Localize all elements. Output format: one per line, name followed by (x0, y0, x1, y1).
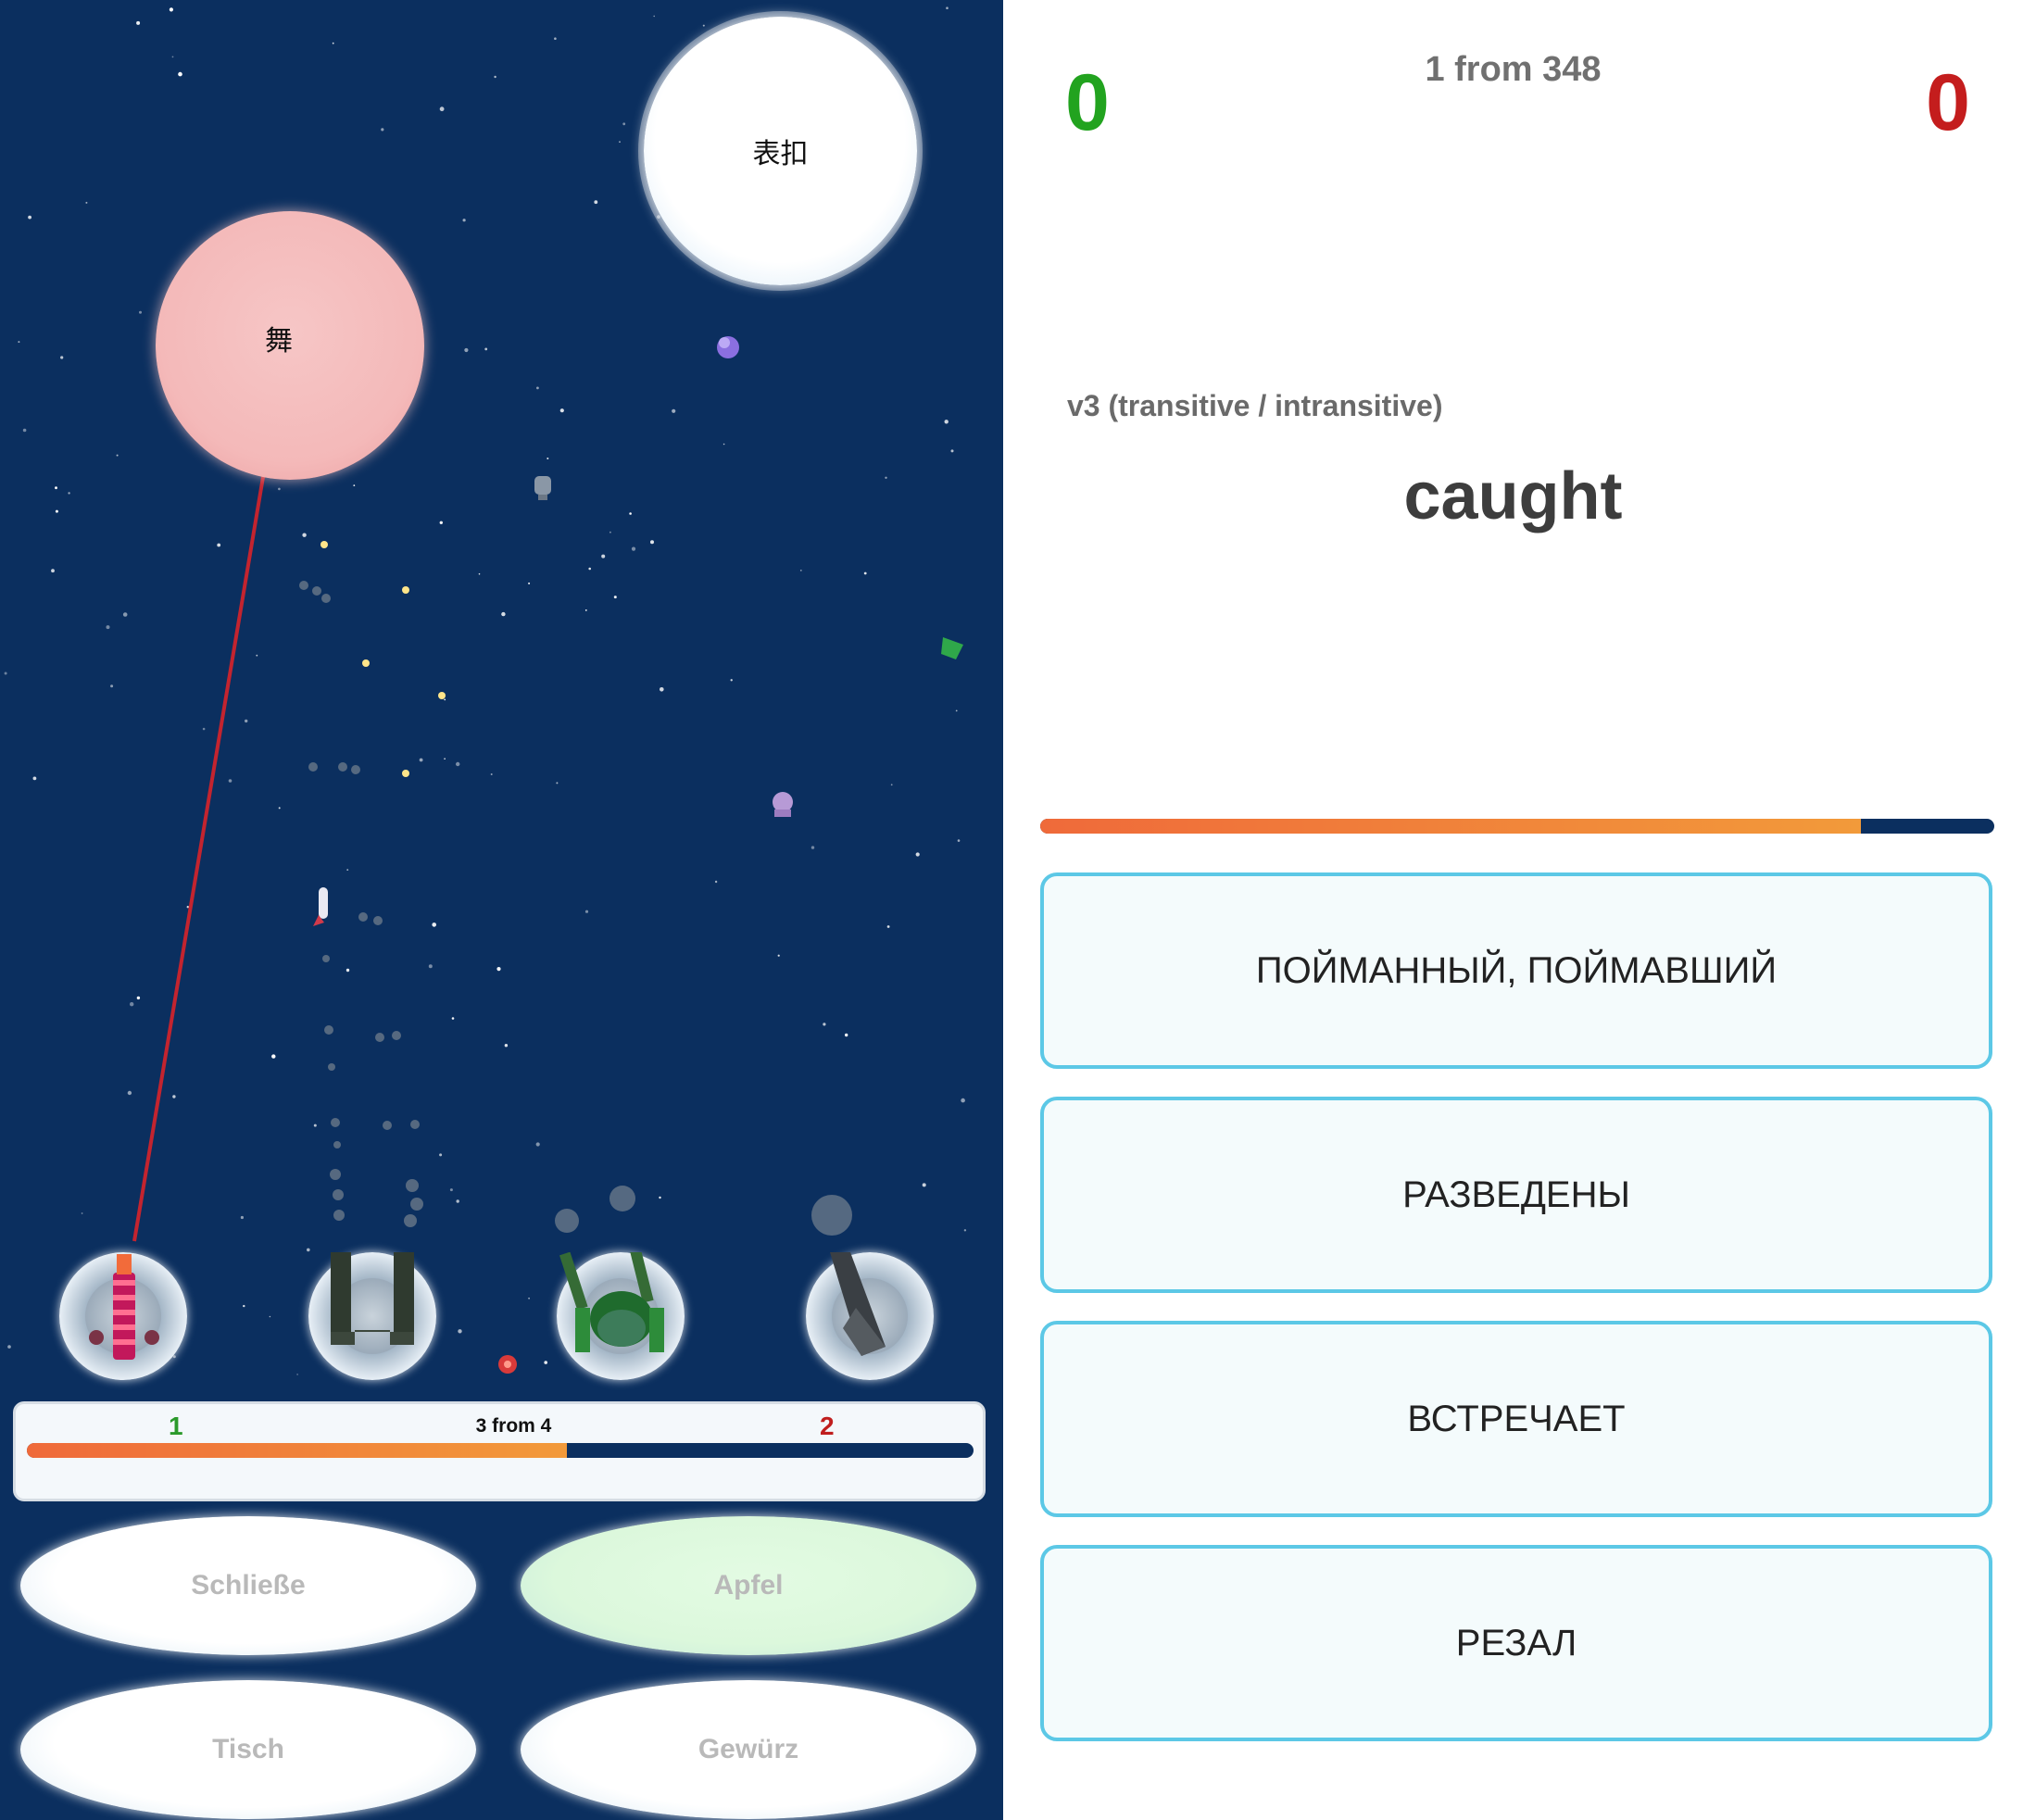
answer-option-label: РАЗВЕДЕНЫ (1402, 1174, 1630, 1215)
enemy-round-score: 2 (820, 1412, 835, 1440)
laser-turret[interactable] (59, 1252, 187, 1380)
twin-cannon-turret-icon (331, 1252, 414, 1345)
round-counter: 3 from 4 (475, 1415, 552, 1437)
enemy-flame-icon (717, 336, 739, 358)
laser-turret-icon (89, 1254, 159, 1360)
hit-cloud: 舞 (156, 211, 424, 480)
target-word: 表扣 (752, 138, 809, 170)
timer-track (1040, 819, 1994, 834)
answer-cloud-1[interactable]: Schließe (20, 1516, 476, 1655)
round-progress-fill (27, 1443, 567, 1458)
bullets (320, 541, 446, 777)
wrong-score: 0 (1926, 58, 1970, 147)
answer-cloud-label: Tisch (212, 1734, 284, 1764)
round-score-bar: 1 3 from 4 2 (13, 1401, 986, 1501)
question-word: caught (1403, 459, 1623, 533)
player-round-score: 1 (169, 1412, 183, 1440)
twin-cannon-turret[interactable] (308, 1252, 436, 1380)
answer-cloud-label: Gewürz (697, 1734, 799, 1764)
mortar-turret-icon (830, 1252, 886, 1356)
answer-cloud-label: Apfel (713, 1570, 784, 1600)
target-cloud: 表扣 (644, 17, 917, 285)
question-counter: 1 from 348 (1425, 50, 1602, 89)
answer-cloud-3[interactable]: Tisch (20, 1680, 476, 1819)
answer-cloud-2[interactable]: Apfel (521, 1516, 976, 1655)
laser-beam (132, 388, 280, 1242)
answer-option-label: ВСТРЕЧАЕТ (1407, 1398, 1626, 1439)
enemy-leaf-icon (941, 637, 963, 659)
answer-option-label: ПОЙМАННЫЙ, ПОЙМАВШИЙ (1255, 949, 1778, 991)
answer-option-label: РЕЗАЛ (1455, 1622, 1577, 1663)
answer-cloud-4[interactable]: Gewürz (521, 1680, 976, 1819)
answer-option-2[interactable]: РАЗВЕДЕНЫ (1040, 1097, 1992, 1293)
enemy-rocket-icon (313, 887, 328, 926)
timer-fill (1040, 819, 1861, 834)
game-panel: 表扣 舞 1 3 from 4 2 Schließe Apfel Tisch G… (0, 0, 1003, 1820)
hit-word: 舞 (265, 325, 293, 358)
enemy-robot-icon (534, 476, 551, 500)
dome-cannon-turret[interactable] (557, 1252, 685, 1380)
enemy-bug-icon (498, 1355, 517, 1374)
round-progress-track (27, 1443, 974, 1458)
answer-option-3[interactable]: ВСТРЕЧАЕТ (1040, 1321, 1992, 1517)
dome-cannon-turret-icon (559, 1252, 664, 1352)
quiz-panel: 0 1 from 348 0 v3 (transitive / intransi… (1003, 0, 2023, 1820)
smoke-trails (299, 581, 852, 1236)
word-form-hint: v3 (transitive / intransitive) (1067, 389, 1443, 422)
answer-option-4[interactable]: РЕЗАЛ (1040, 1545, 1992, 1741)
answer-cloud-label: Schließe (191, 1570, 306, 1600)
enemy-jellyfish-icon (773, 792, 793, 817)
answer-option-1[interactable]: ПОЙМАННЫЙ, ПОЙМАВШИЙ (1040, 872, 1992, 1069)
mortar-turret[interactable] (806, 1252, 934, 1380)
